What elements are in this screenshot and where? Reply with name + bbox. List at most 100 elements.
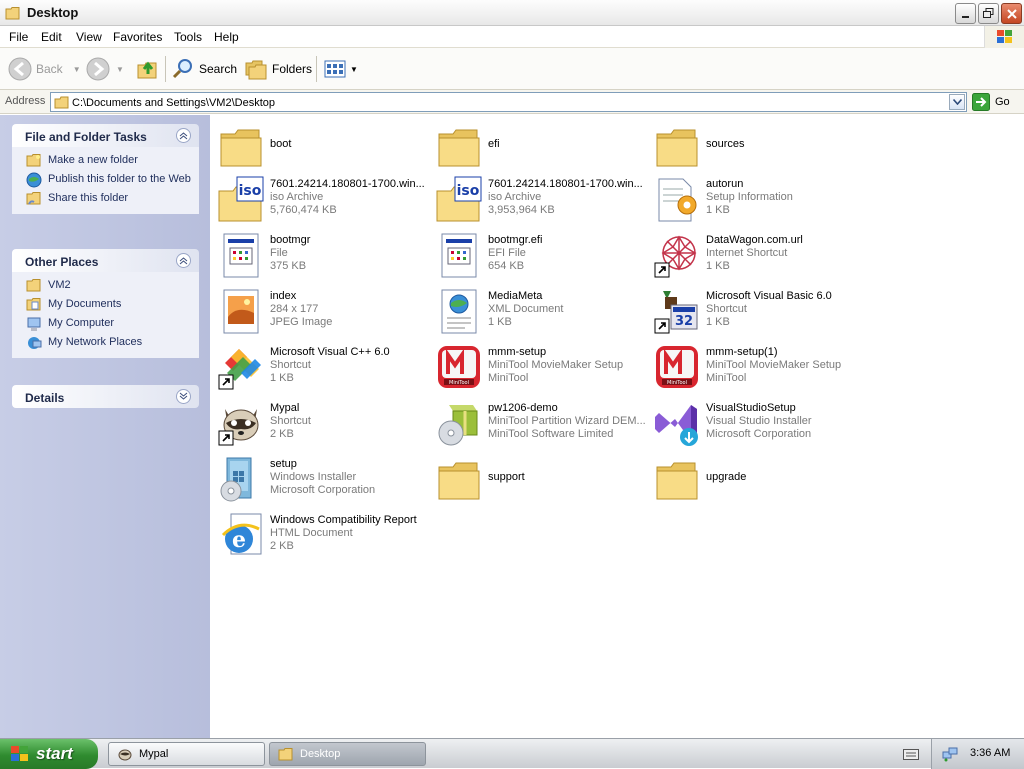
file-item-upgrade[interactable]: upgrade (649, 451, 867, 507)
forward-dropdown-icon[interactable]: ▼ (116, 65, 124, 74)
my-computer-icon (27, 317, 41, 331)
globe-publish-icon (26, 172, 42, 188)
file-item-mypal[interactable]: Mypal Shortcut 2 KB (213, 395, 431, 451)
folder-icon (220, 129, 262, 167)
forward-button[interactable]: ▼ (86, 55, 124, 83)
file-item-pw1206-demo[interactable]: pw1206-demo MiniTool Partition Wizard DE… (431, 395, 649, 451)
place-my-documents[interactable]: My Documents (12, 295, 199, 314)
mypal-raccoon-icon (118, 749, 132, 761)
windows-flag-icon (997, 30, 1012, 43)
views-button[interactable]: ▼ (323, 55, 358, 83)
file-item-sources[interactable]: sources (649, 118, 867, 174)
folder-icon (438, 129, 480, 167)
file-item-visual-basic[interactable]: 32 Microsoft Visual Basic 6.0 Shortcut 1… (649, 283, 867, 339)
file-item-iso-2[interactable]: iso 7601.24214.180801-1700.win... iso Ar… (431, 171, 649, 227)
start-button[interactable]: start (0, 739, 98, 769)
collapse-icon[interactable] (176, 128, 191, 143)
clock: 3:36 AM (970, 747, 1011, 759)
panel-header[interactable]: Details (12, 385, 199, 408)
task-make-new-folder[interactable]: Make a new folder (12, 151, 199, 170)
panel-header[interactable]: File and Folder Tasks (12, 124, 199, 147)
network-places-icon (28, 337, 42, 349)
panel-header[interactable]: Other Places (12, 249, 199, 272)
close-button[interactable] (1001, 3, 1022, 24)
menu-file[interactable]: File (9, 30, 28, 44)
file-list[interactable]: boot efi sources iso 7601.24214.180801-1… (210, 115, 1024, 738)
file-item-bootmgr[interactable]: bootmgr File 375 KB (213, 227, 431, 283)
file-item-efi[interactable]: efi (431, 118, 649, 174)
address-label: Address (5, 95, 46, 107)
network-tray-icon[interactable] (942, 746, 958, 762)
folders-icon (245, 60, 267, 80)
folder-icon (656, 462, 698, 500)
file-item-datawagon-url[interactable]: DataWagon.com.url Internet Shortcut 1 KB (649, 227, 867, 283)
folder-icon (278, 748, 293, 761)
task-publish-to-web[interactable]: Publish this folder to the Web (12, 170, 199, 189)
file-item-setup[interactable]: setup Windows Installer Microsoft Corpor… (213, 451, 431, 507)
back-button[interactable]: Back ▼ (8, 55, 81, 83)
svg-text:MiniTool: MiniTool (449, 380, 469, 386)
xml-document-icon (441, 289, 477, 334)
views-dropdown-icon: ▼ (350, 64, 358, 74)
visual-basic-icon: 32 (654, 291, 698, 334)
folder-icon (26, 279, 41, 292)
installer-box-icon (438, 405, 478, 446)
svg-text:iso: iso (239, 183, 262, 199)
windows-installer-icon (220, 457, 252, 502)
folders-button[interactable]: Folders (244, 55, 312, 83)
svg-text:e: e (232, 527, 246, 553)
minitool-moviemaker-icon: MiniTool (656, 346, 698, 388)
setup-info-icon (658, 178, 697, 222)
address-dropdown-button[interactable] (949, 94, 965, 110)
file-item-boot[interactable]: boot (213, 118, 431, 174)
file-item-bootmgr-efi[interactable]: bootmgr.efi EFI File 654 KB (431, 227, 649, 283)
chevron-down-icon (952, 99, 962, 105)
collapse-icon[interactable] (176, 253, 191, 268)
expand-icon[interactable] (176, 389, 191, 404)
title-bar[interactable]: Desktop (0, 0, 1024, 26)
back-dropdown-icon[interactable]: ▼ (73, 65, 81, 74)
menu-favorites[interactable]: Favorites (113, 30, 162, 44)
address-bar: Address C:\Documents and Settings\VM2\De… (0, 90, 1024, 114)
file-item-visual-cpp[interactable]: Microsoft Visual C++ 6.0 Shortcut 1 KB (213, 339, 431, 395)
menu-tools[interactable]: Tools (174, 30, 202, 44)
file-item-mmm-setup[interactable]: MiniTool mmm-setup MiniTool MovieMaker S… (431, 339, 649, 395)
file-item-visualstudiosetup[interactable]: VisualStudioSetup Visual Studio Installe… (649, 395, 867, 451)
file-item-mediameta[interactable]: MediaMeta XML Document 1 KB (431, 283, 649, 339)
task-share-folder[interactable]: Share this folder (12, 189, 199, 208)
close-icon (1006, 8, 1017, 19)
file-item-index[interactable]: index 284 x 177 JPEG Image (213, 283, 431, 339)
search-icon (172, 59, 192, 79)
jpeg-image-icon (223, 289, 259, 334)
other-places-panel: Other Places VM2 My Documents My Compute… (12, 249, 199, 358)
menu-help[interactable]: Help (214, 30, 239, 44)
taskbar-button-mypal[interactable]: Mypal (108, 742, 265, 766)
go-button[interactable]: Go (972, 93, 1010, 111)
keyboard-icon[interactable] (903, 747, 919, 761)
address-input[interactable]: C:\Documents and Settings\VM2\Desktop (50, 92, 967, 112)
go-arrow-icon (972, 93, 990, 111)
folder-icon (54, 96, 69, 109)
file-item-iso-1[interactable]: iso 7601.24214.180801-1700.win... iso Ar… (213, 171, 431, 227)
new-folder-icon (26, 154, 41, 167)
file-item-support[interactable]: support (431, 451, 649, 507)
address-path: C:\Documents and Settings\VM2\Desktop (72, 97, 275, 109)
place-my-network-places[interactable]: My Network Places (12, 333, 199, 352)
svg-text:iso: iso (457, 183, 480, 199)
windows-logo (984, 26, 1024, 48)
menu-view[interactable]: View (76, 30, 102, 44)
taskbar-button-desktop[interactable]: Desktop (269, 742, 426, 766)
toolbar-separator (316, 56, 317, 82)
up-folder-button[interactable] (136, 55, 160, 83)
file-item-windows-compatibility-report[interactable]: e Windows Compatibility Report HTML Docu… (213, 507, 431, 563)
place-my-computer[interactable]: My Computer (12, 314, 199, 333)
svg-text:32: 32 (675, 314, 693, 329)
place-vm2[interactable]: VM2 (12, 276, 199, 295)
file-item-mmm-setup-1[interactable]: MiniTool mmm-setup(1) MiniTool MovieMake… (649, 339, 867, 395)
menu-edit[interactable]: Edit (41, 30, 62, 44)
maximize-button[interactable] (978, 3, 999, 24)
minimize-button[interactable] (955, 3, 976, 24)
search-button[interactable]: Search (171, 55, 237, 83)
file-item-autorun[interactable]: autorun Setup Information 1 KB (649, 171, 867, 227)
minimize-icon (961, 15, 969, 18)
